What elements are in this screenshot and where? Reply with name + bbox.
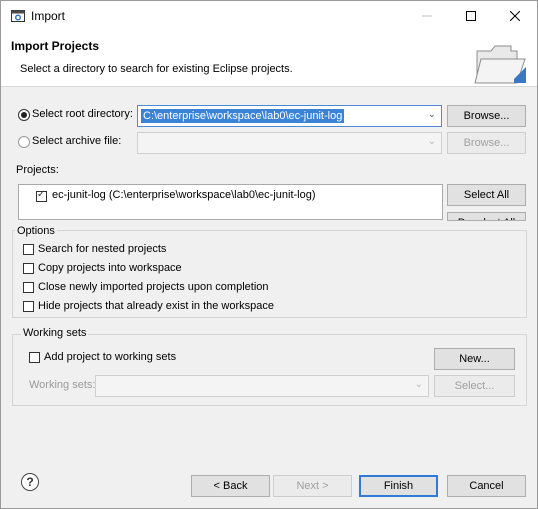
browse-directory-button[interactable]: Browse... xyxy=(447,105,526,127)
copy-projects-checkbox[interactable] xyxy=(23,263,34,274)
root-directory-value: C:\enterprise\workspace\lab0\ec-junit-lo… xyxy=(141,109,345,123)
chevron-down-icon: ⌄ xyxy=(414,379,423,390)
hide-existing-label: Hide projects that already exist in the … xyxy=(38,300,275,312)
nested-projects-checkbox[interactable] xyxy=(23,244,34,255)
close-icon xyxy=(510,11,520,21)
close-imported-label: Close newly imported projects upon compl… xyxy=(38,281,269,293)
projects-label: Projects: xyxy=(16,164,59,176)
wizard-header: Import Projects Select a directory to se… xyxy=(1,31,537,87)
next-button[interactable]: Next > xyxy=(273,475,352,497)
minimize-button[interactable] xyxy=(405,1,449,31)
back-button[interactable]: < Back xyxy=(191,475,270,497)
copy-projects-label: Copy projects into workspace xyxy=(38,262,182,274)
import-icon xyxy=(11,10,25,22)
page-title: Import Projects xyxy=(11,39,100,53)
select-working-sets-button[interactable]: Select... xyxy=(434,375,515,397)
project-checkbox[interactable] xyxy=(36,189,47,202)
deselect-all-button[interactable]: Deselect All xyxy=(447,212,526,221)
archive-file-combo[interactable]: ⌄ xyxy=(137,132,442,154)
archive-file-radio[interactable] xyxy=(18,136,30,148)
nested-projects-label: Search for nested projects xyxy=(38,243,167,255)
hide-existing-checkbox[interactable] xyxy=(23,301,34,312)
chevron-down-icon: ⌄ xyxy=(427,136,436,147)
projects-list: ec-junit-log (C:\enterprise\workspace\la… xyxy=(18,184,443,220)
select-all-button[interactable]: Select All xyxy=(447,184,526,206)
browse-archive-button[interactable]: Browse... xyxy=(447,132,526,154)
page-description: Select a directory to search for existin… xyxy=(20,63,293,75)
new-working-set-button[interactable]: New... xyxy=(434,348,515,370)
cancel-button[interactable]: Cancel xyxy=(447,475,526,497)
folder-icon xyxy=(474,45,526,84)
root-directory-radio[interactable] xyxy=(18,109,30,121)
finish-button[interactable]: Finish xyxy=(359,475,438,497)
root-directory-combo[interactable]: C:\enterprise\workspace\lab0\ec-junit-lo… xyxy=(137,105,442,127)
import-dialog: Import Import Projects Select a director… xyxy=(0,0,538,509)
add-working-sets-label: Add project to working sets xyxy=(44,351,177,363)
close-button[interactable] xyxy=(493,1,537,31)
minimize-icon xyxy=(422,15,432,17)
add-working-sets-checkbox[interactable] xyxy=(29,352,40,363)
working-sets-title: Working sets xyxy=(21,327,89,339)
archive-file-label: Select archive file: xyxy=(32,135,122,147)
maximize-button[interactable] xyxy=(449,1,493,31)
title-bar: Import xyxy=(1,1,537,31)
options-title: Options xyxy=(15,225,57,237)
working-sets-combo[interactable]: ⌄ xyxy=(95,375,429,397)
project-item-label: ec-junit-log (C:\enterprise\workspace\la… xyxy=(52,189,316,201)
help-icon[interactable]: ? xyxy=(21,473,39,491)
working-sets-label: Working sets: xyxy=(29,379,96,391)
close-imported-checkbox[interactable] xyxy=(23,282,34,293)
maximize-icon xyxy=(466,11,476,21)
chevron-down-icon: ⌄ xyxy=(427,109,436,120)
window-title: Import xyxy=(31,9,66,23)
root-directory-label: Select root directory: xyxy=(32,108,133,120)
